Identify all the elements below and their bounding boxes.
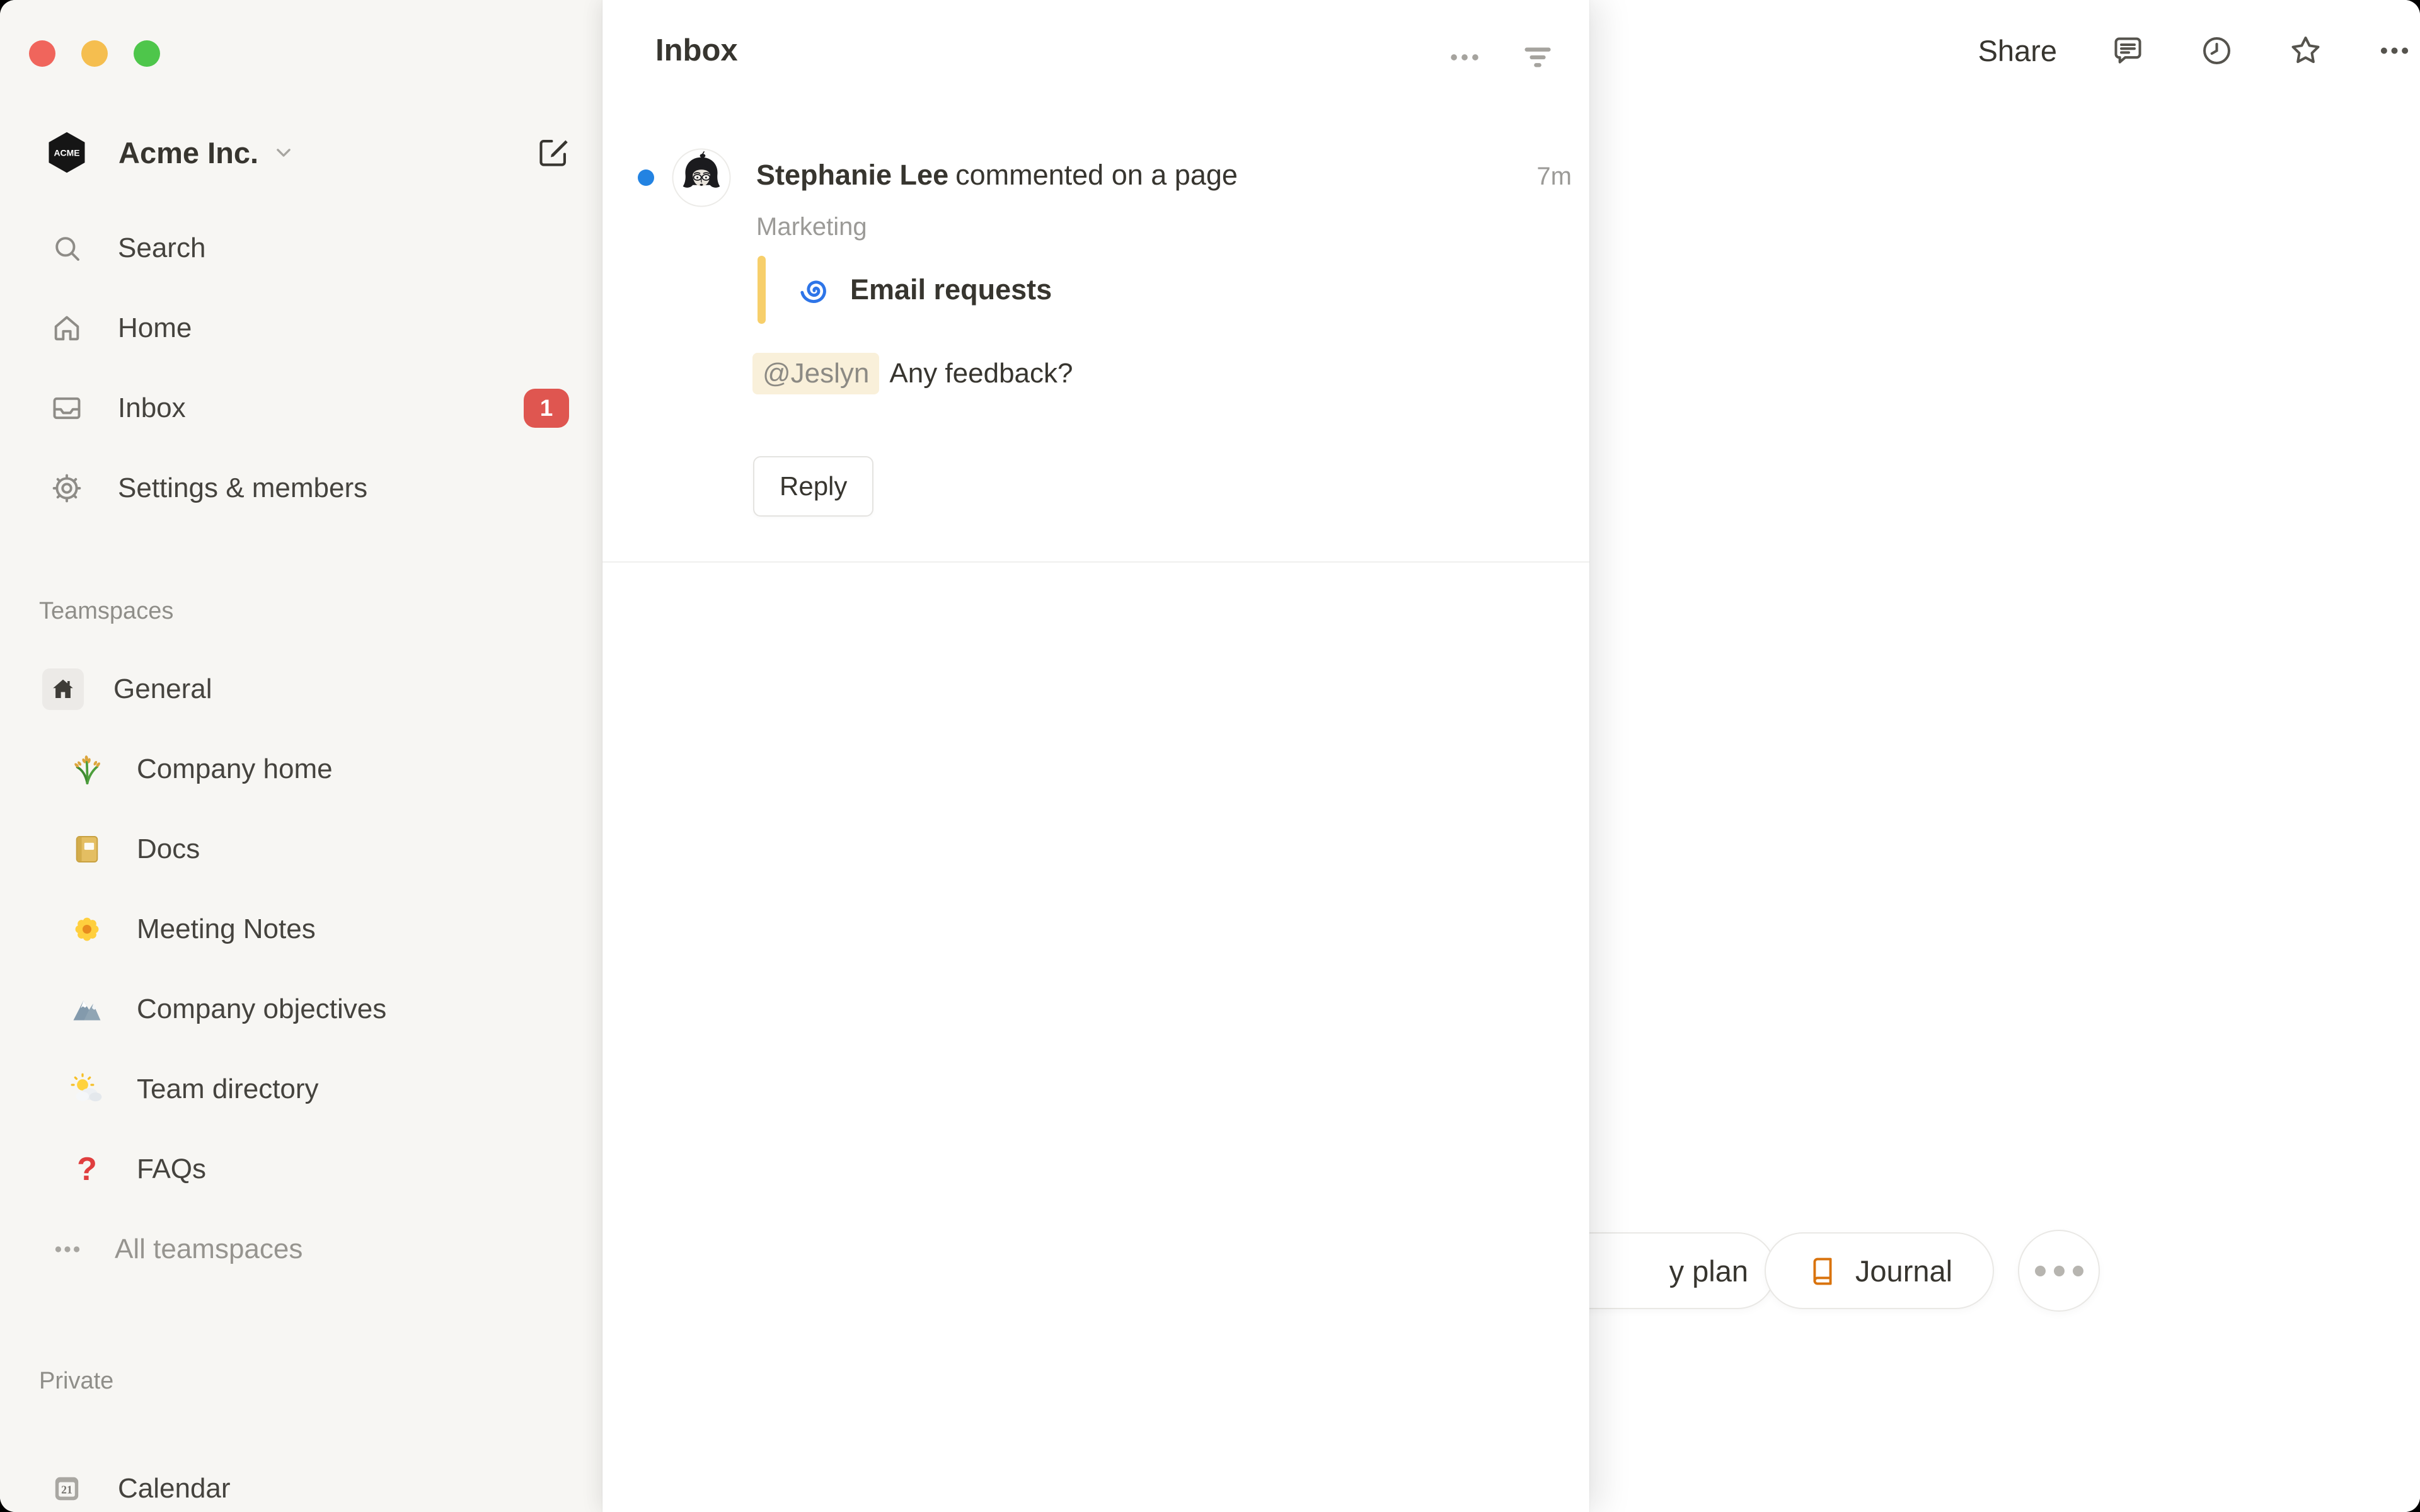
comment-body: @Jeslyn Any feedback? — [752, 353, 1073, 394]
sidebar: ACME Acme Inc. Search Home Inbox 1 Settings … — [0, 0, 602, 1512]
workspace-logo-icon: ACME — [43, 129, 91, 176]
inbox-panel-actions — [1446, 39, 1556, 76]
comments-icon[interactable] — [2110, 33, 2146, 69]
comment-text: Any feedback? — [889, 358, 1073, 389]
workspace-switcher[interactable]: ACME Acme Inc. — [0, 125, 602, 180]
page-reference[interactable]: Email requests — [758, 256, 1052, 324]
breadcrumb: Marketing — [756, 213, 867, 241]
search-icon — [50, 232, 83, 265]
sidebar-item-label: Company home — [137, 753, 333, 785]
sidebar-item-all-teamspaces[interactable]: All teamspaces — [0, 1209, 602, 1289]
question-mark-icon: ? — [69, 1152, 105, 1187]
notification-badge: 1 — [524, 389, 569, 428]
sidebar-item-team-directory[interactable]: Team directory — [0, 1049, 602, 1129]
sidebar-item-search[interactable]: Search — [0, 208, 602, 288]
sidebar-item-label: Team directory — [137, 1074, 319, 1105]
divider — [602, 561, 1589, 563]
sidebar-item-settings-members[interactable]: Settings & members — [0, 448, 602, 528]
inbox-filter-icon[interactable] — [1519, 39, 1556, 76]
sidebar-item-company-home[interactable]: Company home — [0, 729, 602, 809]
avatar — [672, 148, 731, 207]
sidebar-item-company-objectives[interactable]: Company objectives — [0, 969, 602, 1049]
sidebar-item-meeting-notes[interactable]: Meeting Notes — [0, 889, 602, 969]
sidebar-item-label: Docs — [137, 833, 200, 865]
close-window-button[interactable] — [29, 40, 55, 67]
section-header-private: Private — [0, 1365, 602, 1397]
sidebar-item-label: Inbox — [118, 392, 186, 424]
sidebar-item-label: All teamspaces — [115, 1234, 302, 1265]
actor-name: Stephanie Lee — [756, 159, 948, 191]
svg-text:ACME: ACME — [54, 147, 80, 158]
page-tab-label: y plan — [1669, 1254, 1748, 1288]
inbox-panel: Inbox — [602, 0, 1589, 1512]
unread-dot — [638, 169, 654, 186]
sidebar-item-label: Meeting Notes — [137, 914, 316, 945]
sidebar-item-inbox[interactable]: Inbox 1 — [0, 368, 602, 448]
inbox-more-icon[interactable] — [1446, 39, 1483, 76]
sidebar-item-label: General — [113, 673, 212, 705]
gear-icon — [50, 472, 83, 505]
journal-book-icon — [1806, 1254, 1839, 1287]
page-title: Email requests — [850, 273, 1052, 306]
sidebar-item-docs[interactable]: Docs — [0, 809, 602, 889]
favorite-star-icon[interactable] — [2288, 33, 2324, 69]
sidebar-item-label: Calendar — [118, 1473, 231, 1504]
calendar-icon: 21 — [50, 1472, 83, 1505]
page-tab-journal[interactable]: Journal — [1765, 1232, 1994, 1309]
mention-chip[interactable]: @Jeslyn — [752, 353, 879, 394]
mountain-icon — [69, 992, 105, 1027]
inbox-icon — [50, 392, 83, 425]
ellipsis-icon — [52, 1234, 83, 1265]
sidebar-item-label: Company objectives — [137, 994, 386, 1025]
page-tab-label: Journal — [1855, 1254, 1952, 1288]
more-pages-button[interactable] — [2018, 1230, 2100, 1312]
more-options-icon[interactable] — [2377, 33, 2412, 69]
timestamp: 7m — [1536, 163, 1572, 191]
new-page-icon[interactable] — [536, 134, 572, 170]
sidebar-item-calendar[interactable]: 21 Calendar — [0, 1448, 602, 1512]
house-icon — [42, 668, 84, 710]
section-list-private: 21 Calendar — [0, 1448, 602, 1512]
sheaf-of-rice-icon — [69, 752, 105, 787]
sidebar-item-label: Settings & members — [118, 472, 367, 504]
notion-window: ACME Acme Inc. Search Home Inbox 1 Settings … — [0, 0, 2420, 1512]
action-text: commented on a page — [955, 159, 1238, 191]
workspace-name: Acme Inc. — [118, 135, 258, 170]
minimize-window-button[interactable] — [81, 40, 108, 67]
notification-item[interactable]: Stephanie Leecommented on a page 7m Mark… — [602, 126, 1589, 561]
zoom-window-button[interactable] — [134, 40, 160, 67]
section-header-teamspaces: Teamspaces — [0, 595, 602, 627]
quote-bar — [758, 256, 766, 324]
reply-button[interactable]: Reply — [753, 456, 873, 517]
ledger-icon — [69, 832, 105, 867]
home-icon — [50, 312, 83, 345]
window-controls — [29, 40, 160, 67]
sidebar-item-label: FAQs — [137, 1154, 206, 1185]
sidebar-item-general[interactable]: General — [0, 649, 602, 729]
sidebar-item-faqs[interactable]: ? FAQs — [0, 1129, 602, 1209]
share-button[interactable]: Share — [1978, 33, 2057, 68]
sun-behind-cloud-icon — [69, 1072, 105, 1107]
sidebar-item-label: Search — [118, 232, 205, 264]
chevron-down-icon — [271, 140, 296, 165]
notification-title: Stephanie Leecommented on a page — [756, 159, 1238, 192]
updates-clock-icon[interactable] — [2199, 33, 2235, 69]
svg-text:21: 21 — [61, 1483, 72, 1496]
blossom-icon — [69, 912, 105, 947]
sidebar-item-home[interactable]: Home — [0, 288, 602, 368]
inbox-panel-title: Inbox — [655, 33, 738, 68]
sidebar-item-label: Home — [118, 312, 192, 344]
section-list-teamspaces: General Company home Docs Meeting Notes Comp… — [0, 649, 602, 1289]
editor-topbar: Share — [1978, 33, 2412, 69]
cyclone-icon — [796, 272, 831, 307]
